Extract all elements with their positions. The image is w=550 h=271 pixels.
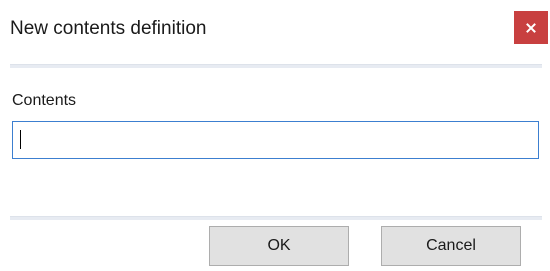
text-caret — [20, 130, 21, 149]
close-button[interactable] — [514, 11, 548, 44]
top-separator — [10, 64, 542, 68]
cancel-button[interactable]: Cancel — [381, 226, 521, 266]
ok-button[interactable]: OK — [209, 226, 349, 266]
title-bar: New contents definition — [0, 0, 550, 62]
bottom-separator — [10, 216, 542, 220]
dialog-title: New contents definition — [10, 18, 207, 39]
contents-label: Contents — [12, 92, 77, 109]
close-icon — [526, 22, 536, 33]
contents-input[interactable] — [12, 121, 539, 159]
new-contents-dialog: New contents definition Contents OK Canc… — [0, 0, 550, 271]
